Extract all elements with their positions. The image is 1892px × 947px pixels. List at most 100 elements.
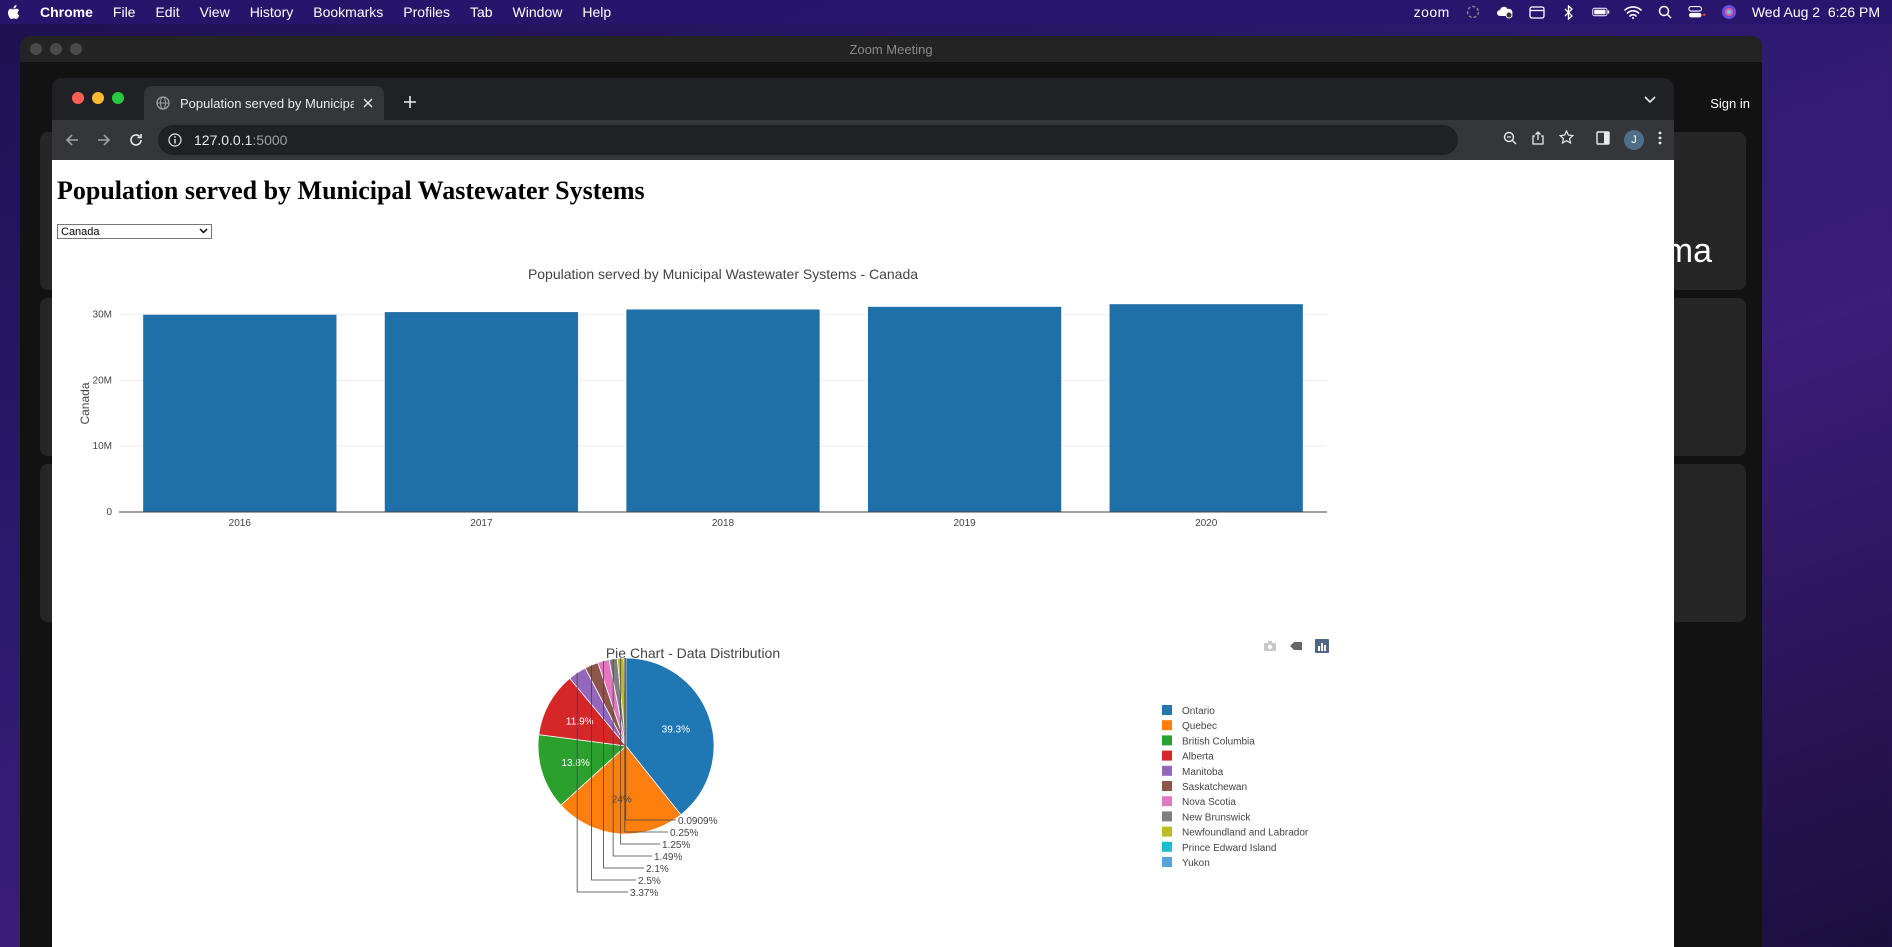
- legend-swatch[interactable]: [1162, 811, 1172, 822]
- menu-help[interactable]: Help: [582, 4, 611, 20]
- legend-item-label[interactable]: British Columbia: [1182, 736, 1255, 747]
- legend-item-label[interactable]: New Brunswick: [1182, 812, 1251, 823]
- menubar-clock[interactable]: Wed Aug 2 6:26 PM: [1752, 4, 1880, 20]
- region-select-dropdown[interactable]: Canada: [57, 224, 212, 239]
- legend-swatch[interactable]: [1162, 796, 1172, 807]
- zoom-titlebar: Zoom Meeting: [20, 36, 1762, 62]
- side-panel-icon[interactable]: [1596, 130, 1610, 150]
- bar-2016[interactable]: [143, 314, 337, 512]
- forward-button[interactable]: [88, 124, 120, 156]
- menu-profiles[interactable]: Profiles: [403, 4, 450, 20]
- window-controls: [72, 92, 124, 104]
- pie-outside-label: 1.25%: [662, 840, 690, 851]
- menu-edit[interactable]: Edit: [155, 4, 179, 20]
- bar-2019[interactable]: [867, 306, 1062, 512]
- legend-item-label[interactable]: Prince Edward Island: [1182, 843, 1277, 854]
- site-info-icon[interactable]: [168, 133, 184, 147]
- x-axis-label: Year: [711, 543, 735, 545]
- legend-item-label[interactable]: Ontario: [1182, 706, 1215, 717]
- url-port: :5000: [252, 132, 288, 148]
- legend-swatch[interactable]: [1162, 781, 1172, 791]
- legend-swatch[interactable]: [1162, 720, 1172, 731]
- legend-swatch[interactable]: [1162, 765, 1172, 776]
- pie-outside-label: 3.37%: [630, 888, 658, 899]
- tab-title: Population served by Municipal Wastewate…: [180, 95, 354, 111]
- y-tick-label: 30M: [93, 310, 112, 321]
- bar-2017[interactable]: [384, 312, 579, 512]
- zoom-window-title: Zoom Meeting: [849, 41, 933, 57]
- pie-chart: Pie Chart - Data Distribution39.3%24%13.…: [537, 645, 1309, 899]
- web-page-content: Population served by Municipal Wastewate…: [52, 160, 1674, 947]
- globe-icon: [156, 95, 172, 111]
- legend-item-label[interactable]: Saskatchewan: [1182, 782, 1247, 793]
- tab-search-icon[interactable]: [1640, 90, 1660, 110]
- browser-toolbar: 127.0.0.1:5000 J: [52, 120, 1674, 160]
- bluetooth-icon[interactable]: [1560, 4, 1578, 20]
- reload-button[interactable]: [120, 124, 152, 156]
- legend-swatch[interactable]: [1162, 857, 1172, 867]
- spotlight-search-icon[interactable]: [1656, 4, 1674, 20]
- bar-2018[interactable]: [626, 309, 820, 512]
- region-select-value: Canada: [61, 225, 100, 238]
- address-bar[interactable]: 127.0.0.1:5000: [158, 125, 1458, 155]
- pie-outside-label: 1.49%: [654, 852, 682, 863]
- menu-app-name[interactable]: Chrome: [40, 4, 93, 20]
- new-tab-button[interactable]: [398, 90, 422, 114]
- share-icon[interactable]: [1531, 130, 1545, 150]
- pie-slice-label: 11.9%: [566, 717, 594, 728]
- pie-outside-label: 0.0909%: [678, 816, 718, 827]
- x-tick-label: 2019: [953, 518, 976, 529]
- active-tab[interactable]: Population served by Municipal Wastewate…: [144, 86, 384, 120]
- x-tick-label: 2018: [712, 518, 735, 529]
- menu-bookmarks[interactable]: Bookmarks: [313, 4, 383, 20]
- legend-swatch[interactable]: [1162, 841, 1172, 852]
- battery-icon[interactable]: [1592, 4, 1610, 20]
- macos-menubar: Chrome File Edit View History Bookmarks …: [0, 0, 1892, 24]
- close-tab-icon[interactable]: [360, 98, 376, 108]
- menu-tab[interactable]: Tab: [470, 4, 493, 20]
- bookmark-star-icon[interactable]: [1558, 129, 1575, 150]
- profile-avatar[interactable]: J: [1624, 130, 1644, 150]
- calendar-icon[interactable]: [1528, 4, 1546, 20]
- legend-swatch[interactable]: [1162, 735, 1172, 746]
- wifi-icon[interactable]: [1624, 4, 1642, 20]
- menu-history[interactable]: History: [250, 4, 294, 20]
- legend-swatch[interactable]: [1162, 705, 1172, 715]
- control-center-icon[interactable]: [1688, 4, 1706, 20]
- menubar-status-area: zoom Wed Aug 2 6:26 PM: [1414, 0, 1880, 24]
- legend-item-label[interactable]: Newfoundland and Labrador: [1182, 828, 1309, 839]
- cloud-sync-icon[interactable]: [1496, 4, 1514, 20]
- legend-item-label[interactable]: Quebec: [1182, 721, 1217, 732]
- maximize-window-control[interactable]: [112, 92, 124, 104]
- menu-file[interactable]: File: [113, 4, 136, 20]
- pie-slice-label: 24%: [612, 795, 632, 806]
- bar-chart: Population served by Municipal Wastewate…: [78, 266, 1327, 545]
- x-tick-label: 2016: [229, 518, 252, 529]
- legend-swatch[interactable]: [1162, 750, 1172, 761]
- zoom-sign-in-button[interactable]: Sign in: [1710, 96, 1750, 111]
- more-menu-icon[interactable]: [1658, 131, 1662, 150]
- legend-item-label[interactable]: Manitoba: [1182, 767, 1224, 778]
- zoom-status-label[interactable]: zoom: [1414, 4, 1450, 20]
- bar-chart-title: Population served by Municipal Wastewate…: [528, 266, 918, 282]
- minimize-window-control[interactable]: [92, 92, 104, 104]
- y-tick-label: 0: [106, 507, 112, 518]
- moon-icon[interactable]: [1464, 4, 1482, 20]
- bar-2020[interactable]: [1109, 304, 1303, 512]
- menu-view[interactable]: View: [200, 4, 230, 20]
- pie-outside-label: 0.25%: [670, 828, 698, 839]
- siri-icon[interactable]: [1720, 4, 1738, 20]
- legend-item-label[interactable]: Nova Scotia: [1182, 797, 1236, 808]
- x-tick-label: 2017: [470, 518, 493, 529]
- y-tick-label: 20M: [93, 375, 112, 386]
- close-window-control[interactable]: [72, 92, 84, 104]
- zoom-magnifier-icon[interactable]: [1503, 131, 1517, 150]
- pie-slice-label: 13.8%: [561, 758, 589, 769]
- y-axis-label: Canada: [78, 382, 92, 424]
- menu-window[interactable]: Window: [513, 4, 563, 20]
- back-button[interactable]: [56, 124, 88, 156]
- legend-item-label[interactable]: Yukon: [1182, 858, 1210, 869]
- legend-item-label[interactable]: Alberta: [1182, 752, 1214, 763]
- legend-swatch[interactable]: [1162, 826, 1172, 837]
- apple-icon[interactable]: [4, 4, 22, 20]
